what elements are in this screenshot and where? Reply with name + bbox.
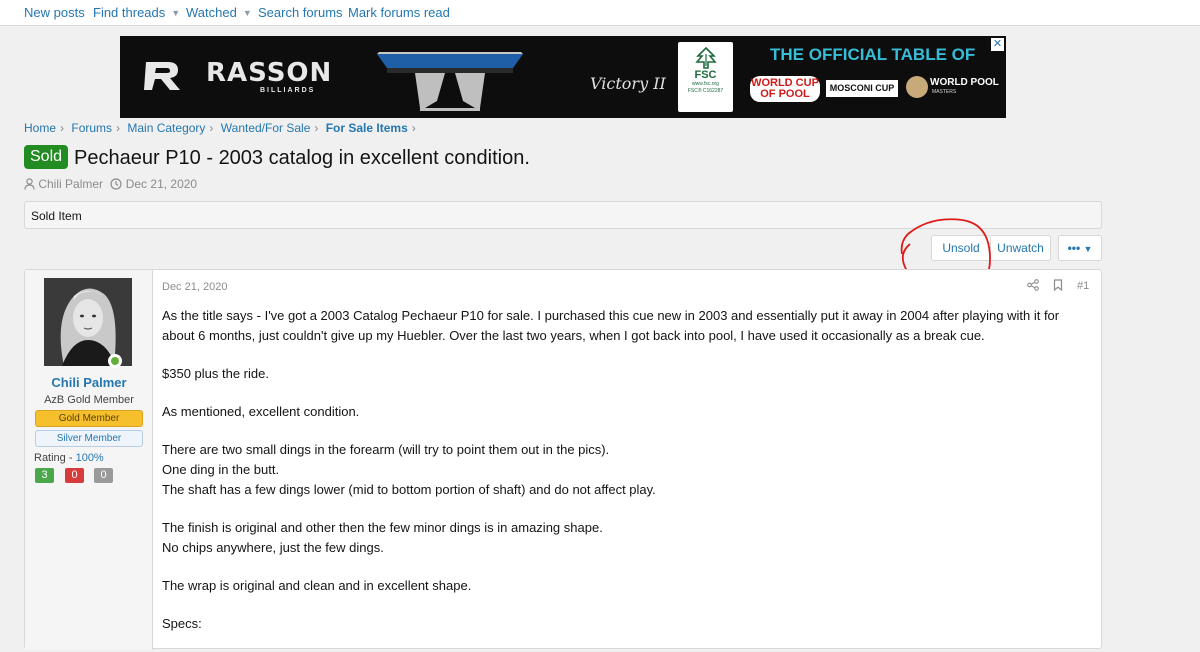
fsc-code: FSC® C162287 (687, 88, 724, 94)
rating-label: Rating - (34, 452, 76, 464)
more-options-label: ••• (1067, 241, 1081, 255)
chevron-right-icon: › (60, 121, 65, 135)
mosconi-cup-logo: MOSCONI CUP (826, 80, 898, 97)
nav-find-threads-label: Find threads (93, 5, 166, 20)
nav-search-forums-label: Search forums (258, 5, 343, 20)
post: Chili Palmer AzB Gold Member Gold Member… (24, 269, 1102, 650)
pool-table-image (377, 52, 523, 111)
nav-mark-forums-read[interactable]: Mark forums read (348, 5, 450, 20)
chevron-down-icon[interactable]: ▼ (243, 8, 252, 18)
user-title: AzB Gold Member (44, 394, 134, 406)
post-paragraph: $350 plus the ride. (162, 366, 269, 381)
unwatch-button[interactable]: Unwatch (991, 235, 1051, 261)
post-line: The finish is original and other then th… (162, 520, 603, 535)
silver-member-banner: Silver Member (35, 430, 143, 447)
nav-watched[interactable]: Watched ▼ (186, 5, 252, 20)
thread-date[interactable]: Dec 21, 2020 (126, 177, 197, 191)
ad-brand: RASSON (206, 58, 333, 88)
chevron-right-icon: › (411, 121, 416, 135)
nav-new-posts[interactable]: New posts (24, 5, 85, 20)
pool-ball-icon (906, 76, 928, 98)
fsc-badge: FSC www.fsc.org FSC® C162287 (678, 42, 733, 112)
chevron-right-icon: › (116, 121, 121, 135)
breadcrumb-main-category[interactable]: Main Category (127, 121, 205, 135)
avatar[interactable] (44, 278, 132, 366)
post-actions: #1 (1027, 279, 1097, 295)
user-rating: Rating - 100% (34, 452, 104, 464)
ad-model: Victory II (590, 74, 666, 93)
world-pool-sub: MASTERS (932, 89, 957, 95)
fsc-label: FSC (694, 69, 717, 81)
post-line: The shaft has a few dings lower (mid to … (162, 482, 656, 497)
post-number[interactable]: #1 (1077, 280, 1089, 292)
top-nav: New posts Find threads ▼ Watched ▼ Search … (0, 0, 1200, 26)
world-cup-logo: WORLD CUP OF POOL (750, 76, 820, 102)
chevron-right-icon: › (314, 121, 319, 135)
world-pool-label: WORLD POOL (930, 77, 999, 88)
nav-find-threads[interactable]: Find threads ▼ (93, 5, 180, 20)
post-paragraph: As the title says - I've got a 2003 Cata… (162, 308, 1060, 343)
notice-text: Sold Item (31, 209, 82, 223)
close-icon[interactable]: ✕ (991, 38, 1004, 51)
ad-brand-sub: BILLIARDS (260, 87, 316, 94)
breadcrumb-home[interactable]: Home (24, 121, 56, 135)
bookmark-icon[interactable] (1053, 279, 1063, 291)
breadcrumb: Home › Forums › Main Category › Wanted/For … (24, 121, 420, 135)
breadcrumb-wanted-for-sale[interactable]: Wanted/For Sale (221, 121, 311, 135)
post-paragraph: The wrap is original and clean and in ex… (162, 578, 472, 593)
nav-new-posts-label: New posts (24, 5, 85, 20)
fsc-tree-icon (694, 46, 717, 69)
avatar-photo (44, 278, 132, 366)
post-line: No chips anywhere, just the few dings. (162, 540, 384, 555)
post-paragraph: Specs: (162, 616, 202, 631)
ad-headline: THE OFFICIAL TABLE OF (770, 45, 976, 64)
neutral-rating-count: 0 (94, 468, 113, 483)
user-panel: Chili Palmer AzB Gold Member Gold Member… (25, 270, 153, 650)
clock-icon (110, 178, 122, 190)
thread-meta: Chili Palmer Dec 21, 2020 (24, 177, 197, 191)
breadcrumb-for-sale-items[interactable]: For Sale Items (326, 121, 408, 135)
more-options-button[interactable]: ••• ▼ (1058, 235, 1102, 261)
world-pool-masters-logo: WORLD POOL MASTERS (906, 76, 1000, 100)
page-title: Sold Pechaeur P10 - 2003 catalog in excel… (24, 145, 530, 170)
share-icon[interactable] (1027, 279, 1039, 291)
post-date[interactable]: Dec 21, 2020 (162, 281, 227, 293)
fsc-url: www.fsc.org (692, 81, 719, 87)
rasson-logo-icon (144, 62, 180, 90)
post-paragraph: There are two small dings in the forearm… (162, 440, 1092, 500)
nav-search-forums[interactable]: Search forums (258, 5, 343, 20)
positive-rating-count: 3 (35, 468, 54, 483)
post-line: One ding in the butt. (162, 462, 280, 477)
nav-mark-forums-read-label: Mark forums read (348, 5, 450, 20)
user-icon (24, 178, 35, 190)
chevron-right-icon: › (209, 121, 214, 135)
online-status-icon (108, 354, 122, 368)
breadcrumb-forums[interactable]: Forums (71, 121, 112, 135)
post-body: As the title says - I've got a 2003 Cata… (162, 306, 1092, 652)
username-link[interactable]: Chili Palmer (25, 375, 153, 390)
sold-prefix-badge[interactable]: Sold (24, 145, 69, 169)
nav-watched-label: Watched (186, 5, 237, 20)
chevron-down-icon: ▼ (1083, 244, 1093, 254)
post-line: There are two small dings in the forearm… (162, 442, 610, 457)
post-main: Dec 21, 2020 #1 As the title says - I've… (162, 270, 1097, 650)
gold-member-banner: Gold Member (35, 410, 143, 427)
negative-rating-count: 0 (65, 468, 84, 483)
post-paragraph: As mentioned, excellent condition. (162, 404, 360, 419)
thread-title: Pechaeur P10 - 2003 catalog in excellent… (74, 147, 530, 169)
rating-value[interactable]: 100% (76, 452, 104, 464)
post-paragraph: The finish is original and other then th… (162, 518, 1092, 558)
thread-author[interactable]: Chili Palmer (38, 177, 103, 191)
chevron-down-icon[interactable]: ▼ (171, 8, 180, 18)
ad-banner[interactable]: RASSON BILLIARDS Victory II FSC www.fsc.… (120, 36, 1006, 118)
